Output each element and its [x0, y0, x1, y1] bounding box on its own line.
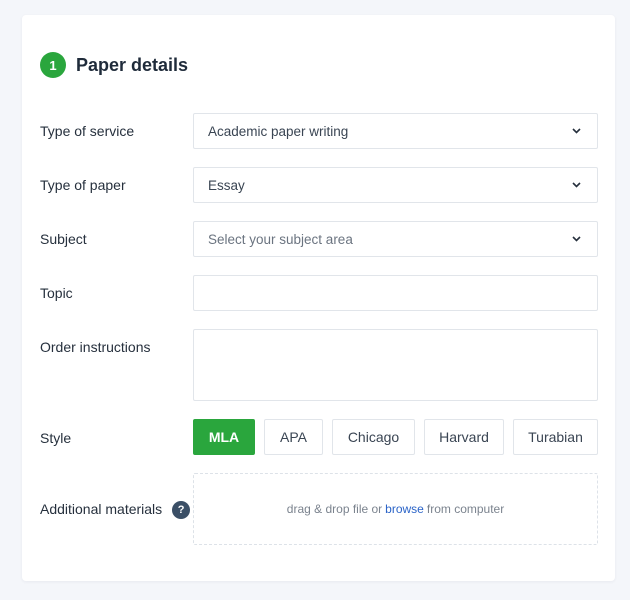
topic-label: Topic	[40, 285, 73, 301]
dropzone-text-before: drag & drop file or	[286, 502, 383, 516]
topic-row: Topic	[40, 275, 598, 311]
type-of-service-label: Type of service	[40, 123, 135, 139]
subject-label: Subject	[40, 231, 87, 247]
order-instructions-row: Order instructions	[40, 329, 598, 401]
question-mark-icon[interactable]: ?	[172, 501, 191, 520]
section-header: 1 Paper details	[40, 52, 188, 78]
type-of-service-value: Academic paper writing	[208, 123, 349, 139]
style-option-turabian[interactable]: Turabian	[513, 419, 598, 455]
style-option-apa[interactable]: APA	[264, 419, 323, 455]
additional-materials-label: Additional materials	[40, 501, 163, 517]
order-instructions-label: Order instructions	[40, 339, 151, 355]
subject-row: Subject Select your subject area	[40, 221, 598, 257]
subject-select[interactable]: Select your subject area	[193, 221, 598, 257]
style-option-chicago[interactable]: Chicago	[332, 419, 415, 455]
type-of-paper-select[interactable]: Essay	[193, 167, 598, 203]
style-row: Style MLA APA Chicago Harvard Turabian	[40, 419, 598, 455]
dropzone-text-after: from computer	[426, 502, 505, 516]
style-options: MLA APA Chicago Harvard Turabian	[193, 419, 598, 455]
file-dropzone[interactable]: drag & drop file or browse from computer	[193, 473, 598, 545]
additional-materials-row: Additional materials ? drag & drop file …	[40, 473, 598, 545]
additional-materials-label-wrap: Additional materials ?	[40, 501, 191, 520]
style-label: Style	[40, 430, 72, 446]
section-title: Paper details	[76, 54, 189, 75]
chevron-down-icon	[572, 182, 581, 188]
step-number-badge: 1	[40, 52, 66, 78]
type-of-service-row: Type of service Academic paper writing	[40, 113, 598, 149]
style-option-harvard[interactable]: Harvard	[424, 419, 504, 455]
chevron-down-icon	[572, 128, 581, 134]
type-of-paper-row: Type of paper Essay	[40, 167, 598, 203]
chevron-down-icon	[572, 236, 581, 242]
paper-details-card: 1 Paper details Type of service Academic…	[22, 15, 615, 581]
order-instructions-textarea[interactable]	[193, 329, 598, 401]
type-of-paper-label: Type of paper	[40, 177, 126, 193]
type-of-paper-value: Essay	[208, 177, 245, 193]
browse-link[interactable]: browse	[385, 502, 424, 516]
subject-placeholder: Select your subject area	[208, 231, 353, 247]
topic-input[interactable]	[193, 275, 598, 311]
style-option-mla[interactable]: MLA	[193, 419, 255, 455]
type-of-service-select[interactable]: Academic paper writing	[193, 113, 598, 149]
